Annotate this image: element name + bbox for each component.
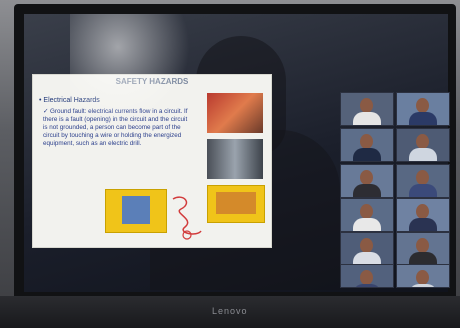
warning-sign-image xyxy=(105,189,167,233)
hazard-photo-1 xyxy=(207,93,263,133)
red-annotation-scribble xyxy=(172,196,202,240)
participant-video-tile[interactable] xyxy=(340,232,394,266)
participant-video-tile[interactable] xyxy=(340,264,394,288)
participant-face xyxy=(360,98,373,113)
participant-video-tile[interactable] xyxy=(340,198,394,232)
participant-face xyxy=(416,204,429,219)
participant-video-tile[interactable] xyxy=(396,198,450,232)
participant-face xyxy=(360,170,373,185)
participant-shirt xyxy=(409,218,437,231)
participant-face xyxy=(360,270,373,285)
participant-face xyxy=(416,98,429,113)
participant-video-tile[interactable] xyxy=(340,92,394,126)
participant-video-tile[interactable] xyxy=(340,128,394,162)
screen-glare xyxy=(70,14,190,124)
participant-shirt xyxy=(409,148,437,161)
participant-face xyxy=(416,134,429,149)
participant-video-tile[interactable] xyxy=(340,164,394,198)
participant-shirt xyxy=(409,284,437,287)
warning-sign-image-2 xyxy=(207,185,265,223)
monitor-brand-logo: Lenovo xyxy=(212,306,248,316)
participant-video-tile[interactable] xyxy=(396,264,450,288)
participant-face xyxy=(360,204,373,219)
participant-shirt xyxy=(353,284,381,287)
participant-face xyxy=(416,170,429,185)
participant-face xyxy=(416,270,429,285)
participant-shirt xyxy=(353,218,381,231)
participant-face xyxy=(360,134,373,149)
participant-video-tile[interactable] xyxy=(396,164,450,198)
participant-shirt xyxy=(409,112,437,125)
participant-face xyxy=(416,238,429,253)
participant-video-tile[interactable] xyxy=(396,128,450,162)
participant-shirt xyxy=(409,184,437,197)
participant-shirt xyxy=(353,184,381,197)
participant-shirt xyxy=(353,148,381,161)
participant-video-tile[interactable] xyxy=(396,232,450,266)
participant-video-tile[interactable] xyxy=(396,92,450,126)
participant-shirt xyxy=(353,112,381,125)
hazard-photo-2 xyxy=(207,139,263,179)
participant-face xyxy=(360,238,373,253)
